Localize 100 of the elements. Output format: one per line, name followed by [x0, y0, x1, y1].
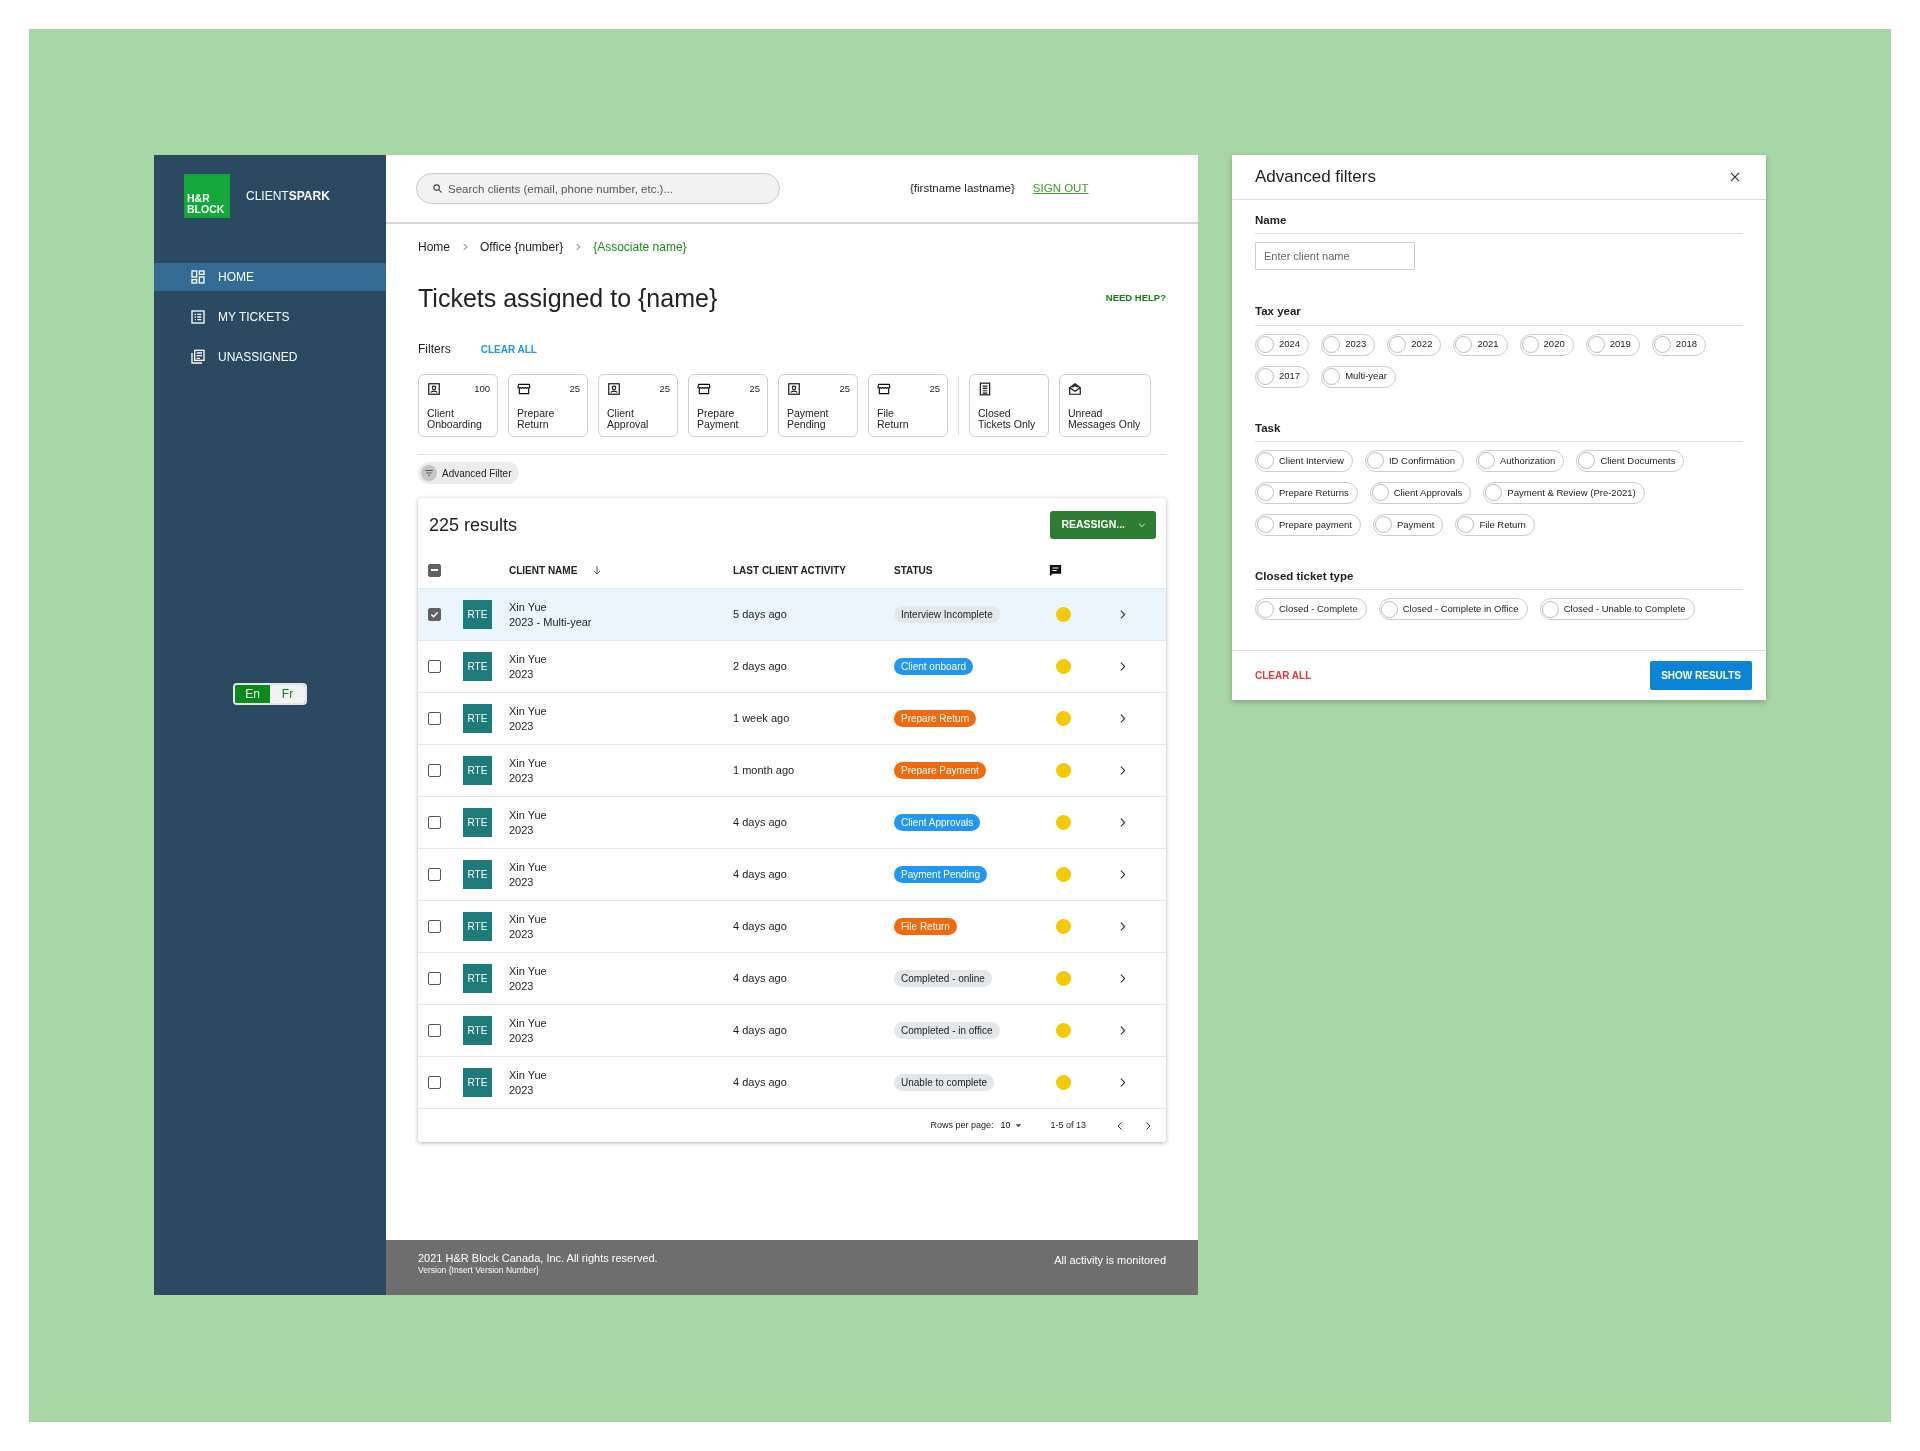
row-checkbox[interactable] — [428, 712, 441, 725]
language-option[interactable]: En — [235, 685, 270, 703]
option-chip[interactable]: 2024 — [1255, 333, 1310, 356]
filter-card[interactable]: Unread Messages Only — [1059, 374, 1151, 437]
option-chip[interactable]: 2020 — [1519, 333, 1574, 356]
option-chip[interactable]: Authorization — [1475, 449, 1565, 472]
storefront-icon — [517, 382, 531, 397]
table-row[interactable]: RTE Xin Yue 2023 4 days ago Completed - in office — [418, 1004, 1166, 1056]
client-badge: RTE — [463, 756, 492, 785]
option-chip[interactable]: Payment — [1372, 513, 1444, 536]
monitoring-notice: All activity is monitored — [1054, 1253, 1166, 1268]
table-row[interactable]: RTE Xin Yue 2023 2 days ago Client onboard — [418, 640, 1166, 692]
activity-text: 2 days ago — [733, 659, 788, 675]
user-name: {firstname lastname} — [910, 180, 1015, 196]
row-checkbox[interactable] — [428, 1076, 441, 1089]
rows-per-page-select[interactable]: 10 — [996, 1116, 1029, 1135]
option-chip[interactable]: Closed - Complete — [1255, 598, 1367, 620]
filter-card[interactable]: 25 Prepare Return — [508, 374, 588, 437]
breadcrumb-link[interactable]: {Associate name} — [593, 238, 687, 256]
option-chip[interactable]: 2019 — [1585, 333, 1640, 356]
row-checkbox[interactable] — [428, 816, 441, 829]
client-name: Xin Yue 2023 — [509, 1016, 548, 1045]
option-chip[interactable]: ID Confirmation — [1364, 449, 1464, 472]
dashboard-icon — [190, 269, 206, 285]
filter-icon — [421, 465, 437, 481]
table-row[interactable]: RTE Xin Yue 2023 4 days ago Payment Pending — [418, 848, 1166, 900]
filter-card[interactable]: 100 Client Onboarding — [418, 374, 498, 437]
nav-item[interactable]: UNASSIGNED — [154, 343, 386, 371]
nav-item[interactable]: MY TICKETS — [154, 303, 386, 331]
sign-out-link[interactable]: SIGN OUT — [1032, 179, 1089, 198]
option-chip[interactable]: 2021 — [1453, 333, 1508, 356]
option-chip[interactable]: 2022 — [1387, 333, 1442, 356]
row-checkbox[interactable] — [428, 920, 441, 933]
option-chip[interactable]: Client Interview — [1255, 449, 1353, 472]
column-header[interactable]: CLIENT NAME — [509, 562, 578, 578]
client-name: Xin Yue 2023 — [509, 912, 548, 941]
client-badge: RTE — [463, 652, 492, 681]
option-chip[interactable]: File Return — [1455, 513, 1535, 536]
search-field[interactable]: Search clients (email, phone number, etc.)... — [416, 173, 780, 204]
filter-card[interactable]: 25 Payment Pending — [778, 374, 858, 437]
activity-text: 5 days ago — [733, 607, 788, 623]
filter-card[interactable]: 25 Prepare Payment — [688, 374, 768, 437]
breadcrumb-link[interactable]: Home — [418, 238, 450, 256]
option-chip[interactable]: 2017 — [1255, 365, 1310, 388]
table-row[interactable]: RTE Xin Yue 2023 4 days ago File Return — [418, 900, 1166, 952]
row-checkbox[interactable] — [428, 868, 441, 881]
id-card-icon — [607, 382, 621, 397]
name-field[interactable]: Enter client name — [1255, 242, 1415, 271]
select-all-checkbox[interactable] — [428, 563, 441, 577]
option-chip[interactable]: 2018 — [1651, 333, 1706, 356]
option-chip[interactable]: Closed - Unable to Complete — [1539, 598, 1695, 620]
status-dot — [1055, 659, 1071, 674]
filter-card[interactable]: Closed Tickets Only — [969, 374, 1049, 437]
row-checkbox[interactable] — [428, 1024, 441, 1037]
table-row[interactable]: RTE Xin Yue 2023 4 days ago Unable to complete — [418, 1056, 1166, 1108]
reassign-button[interactable]: REASSIGN... — [1050, 511, 1156, 539]
clear-all-link[interactable]: CLEAR ALL — [1255, 668, 1312, 683]
section-label: Task — [1255, 419, 1743, 442]
envelope-icon — [1068, 382, 1082, 396]
client-name: Xin Yue 2023 — [509, 1068, 548, 1097]
option-chip[interactable]: Payment & Review (Pre-2021) — [1483, 481, 1645, 504]
list-icon — [190, 309, 206, 325]
row-checkbox[interactable] — [428, 972, 441, 985]
status-tag: Client onboard — [894, 658, 974, 675]
client-badge: RTE — [463, 1068, 492, 1097]
version-text: Version {Insert Version Number} — [418, 1265, 540, 1277]
table-row[interactable]: RTE Xin Yue 2023 4 days ago Client Approvals — [418, 796, 1166, 848]
option-chip[interactable]: 2023 — [1321, 333, 1376, 356]
option-chip[interactable]: Client Documents — [1576, 449, 1685, 472]
table-row[interactable]: RTE Xin Yue 2023 1 week ago Prepare Return — [418, 692, 1166, 744]
language-option[interactable]: Fr — [270, 685, 305, 703]
column-header[interactable]: STATUS — [894, 562, 933, 578]
column-header[interactable]: LAST CLIENT ACTIVITY — [733, 562, 846, 578]
table-row[interactable]: RTE Xin Yue 2023 4 days ago Completed - online — [418, 952, 1166, 1004]
advanced-filter-chip[interactable]: Advanced Filter — [418, 462, 520, 484]
nav-item[interactable]: HOME — [154, 263, 386, 291]
row-checkbox[interactable] — [428, 764, 441, 777]
option-chip[interactable]: Prepare Returns — [1255, 481, 1358, 504]
client-name: Xin Yue 2023 — [509, 808, 548, 837]
client-badge: RTE — [463, 912, 492, 941]
option-chip[interactable]: Client Approvals — [1369, 481, 1472, 504]
document-icon — [978, 382, 992, 396]
filter-card[interactable]: 25 Client Approval — [598, 374, 678, 437]
filter-card[interactable]: 25 File Return — [868, 374, 948, 437]
option-chip[interactable]: Prepare payment — [1255, 513, 1361, 536]
status-tag: Completed - online — [894, 970, 992, 987]
table-row[interactable]: RTE Xin Yue 2023 1 month ago Prepare Payment — [418, 744, 1166, 796]
row-checkbox[interactable] — [428, 660, 441, 673]
client-badge: RTE — [463, 964, 492, 993]
chat-icon — [1048, 562, 1063, 578]
activity-text: 4 days ago — [733, 971, 788, 987]
status-tag: Unable to complete — [894, 1074, 995, 1091]
show-results-button[interactable]: SHOW RESULTS — [1650, 661, 1752, 690]
client-badge: RTE — [463, 704, 492, 733]
option-chip[interactable]: Closed - Complete in Office — [1378, 598, 1528, 620]
option-chip[interactable]: Multi-year — [1321, 365, 1396, 388]
breadcrumb-link[interactable]: Office {number} — [480, 238, 564, 256]
help-link[interactable]: NEED HELP? — [1105, 290, 1166, 306]
row-checkbox[interactable] — [428, 608, 441, 621]
table-row[interactable]: RTE Xin Yue 2023 - Multi-year 5 days ago Interview Incomplete — [418, 588, 1166, 640]
